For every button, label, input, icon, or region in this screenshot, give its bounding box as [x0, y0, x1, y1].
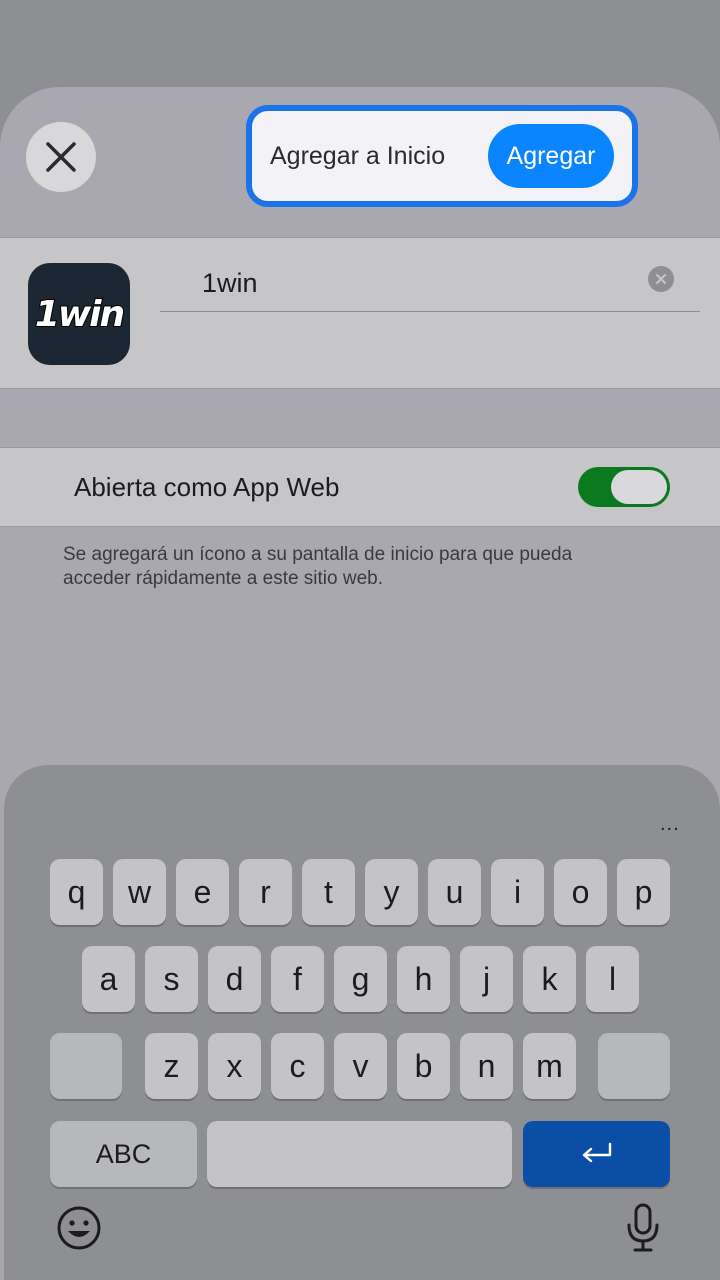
return-icon — [582, 1142, 611, 1163]
close-icon — [46, 142, 76, 172]
emoji-button[interactable] — [54, 1203, 104, 1253]
key-s[interactable]: s — [145, 946, 198, 1012]
key-l[interactable]: l — [586, 946, 639, 1012]
add-to-home-header: Agregar a Inicio Agregar — [246, 105, 638, 207]
dialog-title: Agregar a Inicio — [270, 141, 446, 170]
key-v[interactable]: v — [334, 1033, 387, 1099]
add-button[interactable]: Agregar — [488, 124, 614, 188]
app-name-field[interactable]: 1win — [160, 238, 700, 312]
key-a[interactable]: a — [82, 946, 135, 1012]
key-r[interactable]: r — [239, 859, 292, 925]
app-name-card: 1win 1win — [0, 237, 720, 389]
app-name-value: 1win — [202, 267, 258, 298]
return-key[interactable] — [523, 1121, 670, 1187]
app-icon-logo: 1win — [34, 293, 126, 336]
key-d[interactable]: d — [208, 946, 261, 1012]
close-button[interactable] — [26, 122, 96, 192]
key-h[interactable]: h — [397, 946, 450, 1012]
clear-icon — [656, 274, 666, 284]
more-options-button[interactable]: ... — [660, 813, 680, 836]
key-g[interactable]: g — [334, 946, 387, 1012]
footnote-text: Se agregará un ícono a su pantalla de in… — [63, 544, 573, 589]
key-w[interactable]: w — [113, 859, 166, 925]
space-key[interactable] — [207, 1121, 512, 1187]
toggle-knob — [611, 470, 667, 504]
key-c[interactable]: c — [271, 1033, 324, 1099]
key-x[interactable]: x — [208, 1033, 261, 1099]
key-k[interactable]: k — [523, 946, 576, 1012]
microphone-icon — [627, 1203, 659, 1252]
key-i[interactable]: i — [491, 859, 544, 925]
key-b[interactable]: b — [397, 1033, 450, 1099]
open-as-web-app-toggle[interactable] — [578, 467, 670, 507]
abc-key[interactable]: ABC — [50, 1121, 197, 1187]
clear-text-button[interactable] — [648, 266, 674, 292]
keyboard: ... q w e r t y u i o p a s d f g h j k … — [4, 765, 720, 1280]
key-e[interactable]: e — [176, 859, 229, 925]
key-q[interactable]: q — [50, 859, 103, 925]
key-j[interactable]: j — [460, 946, 513, 1012]
emoji-icon — [57, 1206, 101, 1250]
key-n[interactable]: n — [460, 1033, 513, 1099]
key-y[interactable]: y — [365, 859, 418, 925]
key-m[interactable]: m — [523, 1033, 576, 1099]
key-t[interactable]: t — [302, 859, 355, 925]
shift-key[interactable] — [50, 1033, 122, 1099]
dictation-button[interactable] — [618, 1203, 668, 1253]
key-f[interactable]: f — [271, 946, 324, 1012]
backspace-key[interactable] — [598, 1033, 670, 1099]
key-o[interactable]: o — [554, 859, 607, 925]
key-u[interactable]: u — [428, 859, 481, 925]
open-as-web-app-label: Abierta como App Web — [74, 471, 340, 502]
app-icon: 1win — [28, 263, 130, 365]
key-z[interactable]: z — [145, 1033, 198, 1099]
key-p[interactable]: p — [617, 859, 670, 925]
open-as-web-app-row: Abierta como App Web — [0, 447, 720, 527]
